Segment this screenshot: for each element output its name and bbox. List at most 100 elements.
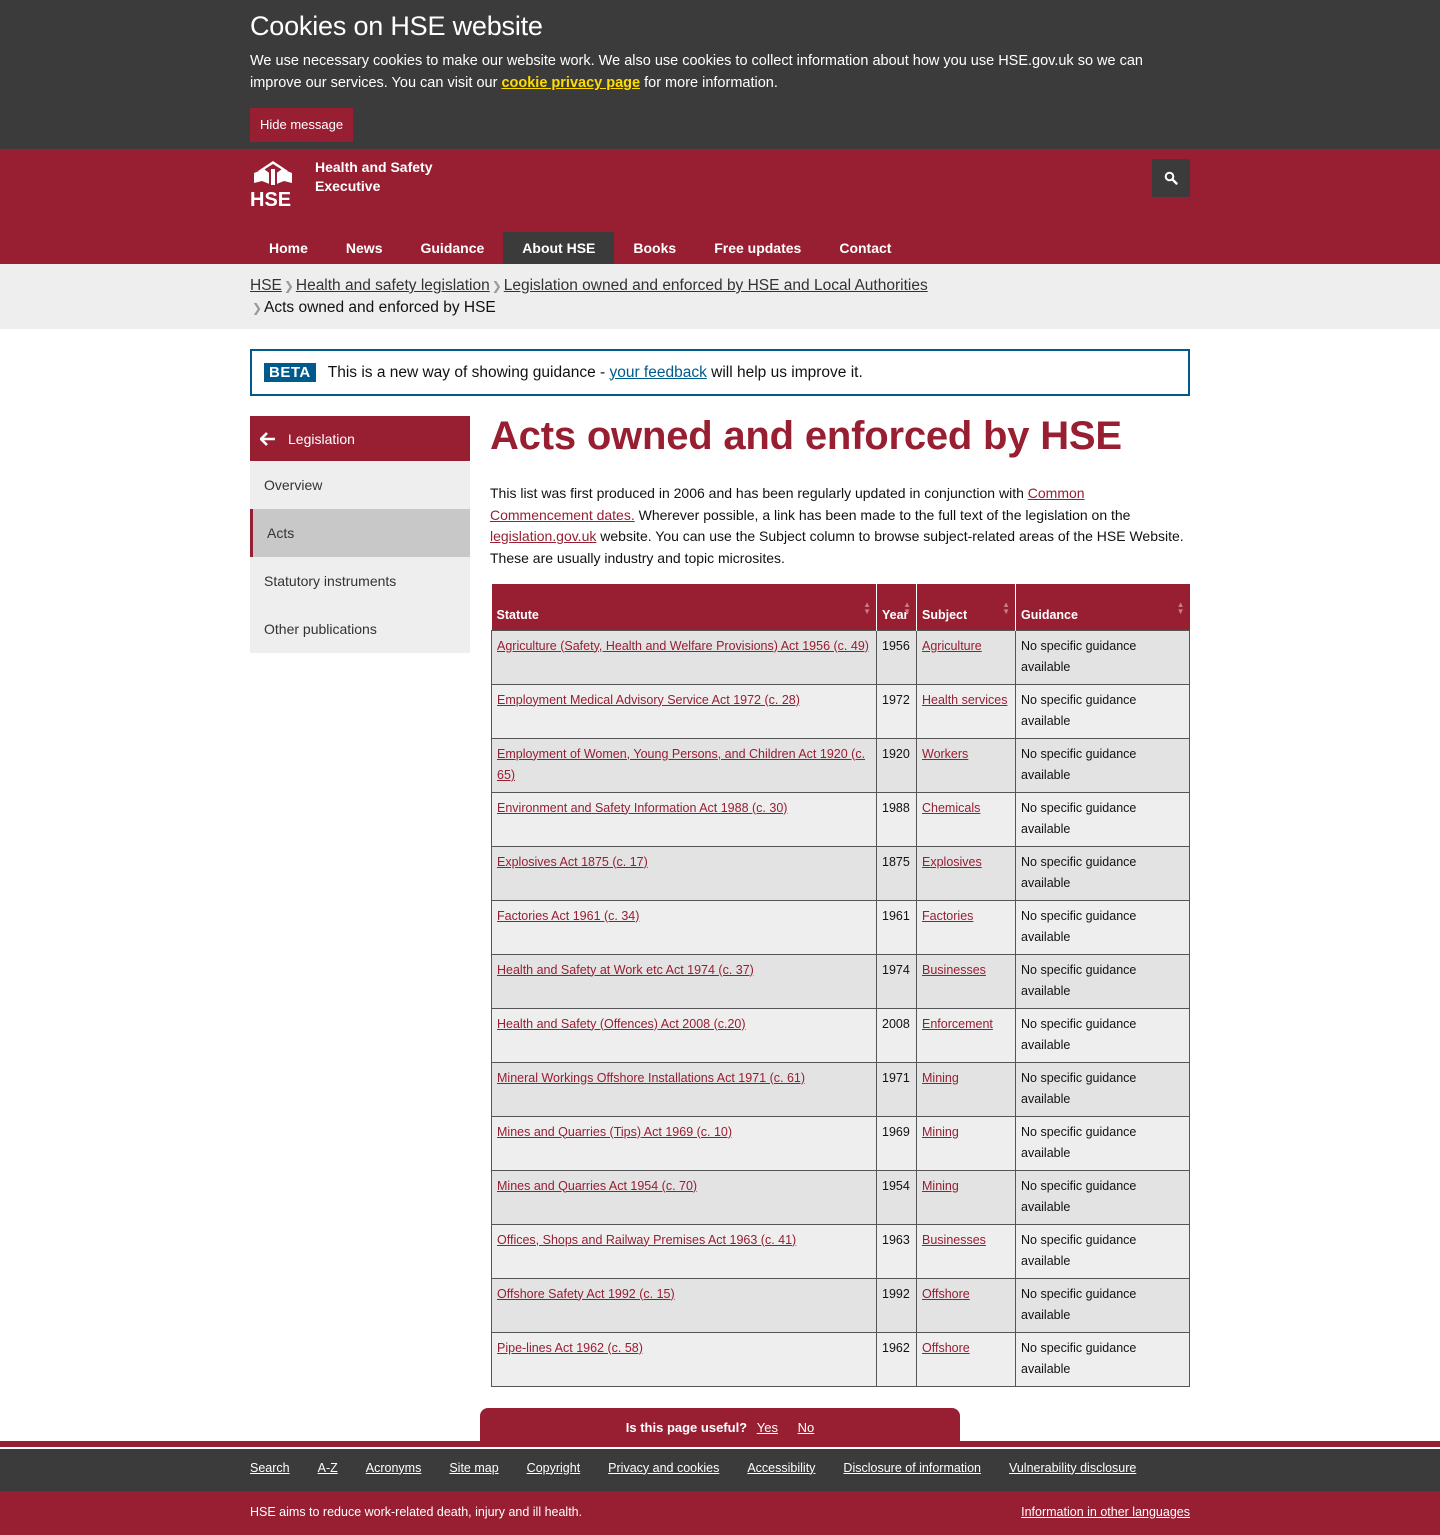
subject-link[interactable]: Businesses: [922, 963, 986, 977]
nav-guidance[interactable]: Guidance: [401, 232, 503, 264]
subject-link[interactable]: Explosives: [922, 855, 982, 869]
guidance-cell: No specific guidance available: [1015, 1223, 1190, 1279]
statute-link[interactable]: Environment and Safety Information Act 1…: [497, 801, 787, 815]
column-header-guidance[interactable]: Guidance ▲ ▼: [1015, 584, 1190, 630]
table-row: Environment and Safety Information Act 1…: [491, 791, 1190, 847]
statute-link[interactable]: Explosives Act 1875 (c. 17): [497, 855, 648, 869]
subject-link[interactable]: Health services: [922, 693, 1007, 707]
statute-link[interactable]: Mines and Quarries (Tips) Act 1969 (c. 1…: [497, 1125, 732, 1139]
sidebar-item-overview[interactable]: Overview: [250, 461, 470, 509]
statute-cell: Mines and Quarries Act 1954 (c. 70): [491, 1169, 877, 1225]
guidance-cell: No specific guidance available: [1015, 683, 1190, 739]
useful-yes-link[interactable]: Yes: [757, 1420, 778, 1435]
nav-news[interactable]: News: [327, 232, 402, 264]
subject-link[interactable]: Offshore: [922, 1341, 970, 1355]
column-header-statute[interactable]: Statute ▲ ▼: [491, 584, 877, 630]
year-cell: 1962: [876, 1331, 917, 1387]
sort-icon: ▲ ▼: [863, 600, 871, 616]
subject-link[interactable]: Businesses: [922, 1233, 986, 1247]
statute-link[interactable]: Health and Safety at Work etc Act 1974 (…: [497, 963, 754, 977]
page-useful-bar: Is this page useful? Yes No: [480, 1407, 960, 1441]
statute-cell: Mineral Workings Offshore Installations …: [491, 1061, 877, 1117]
footer-links: Search A-Z Acronyms Site map Copyright P…: [0, 1448, 1440, 1491]
nav-free-updates[interactable]: Free updates: [695, 232, 820, 264]
guidance-cell: No specific guidance available: [1015, 1115, 1190, 1171]
sidebar-back-link[interactable]: Legislation: [250, 416, 470, 461]
column-header-year[interactable]: Year ▲ ▼: [876, 584, 917, 630]
column-header-subject[interactable]: Subject ▲ ▼: [916, 584, 1016, 630]
column-header-label: Statute: [496, 607, 539, 622]
search-button[interactable]: [1152, 159, 1190, 197]
statute-link[interactable]: Offices, Shops and Railway Premises Act …: [497, 1233, 796, 1247]
subject-link[interactable]: Enforcement: [922, 1017, 993, 1031]
legislation-gov-link[interactable]: legislation.gov.uk: [490, 528, 596, 544]
guidance-cell: No specific guidance available: [1015, 1169, 1190, 1225]
footer-link-disclosure[interactable]: Disclosure of information: [843, 1461, 981, 1475]
footer-link-vulnerability[interactable]: Vulnerability disclosure: [1009, 1461, 1136, 1475]
breadcrumb-hse[interactable]: HSE: [250, 277, 282, 294]
footer-link-accessibility[interactable]: Accessibility: [747, 1461, 815, 1475]
footer-link-site-map[interactable]: Site map: [449, 1461, 498, 1475]
cookie-privacy-link[interactable]: cookie privacy page: [501, 75, 640, 91]
statute-link[interactable]: Factories Act 1961 (c. 34): [497, 909, 639, 923]
statute-link[interactable]: Pipe-lines Act 1962 (c. 58): [497, 1341, 643, 1355]
table-row: Explosives Act 1875 (c. 17) 1875 Explosive…: [491, 845, 1190, 901]
subject-cell: Agriculture: [916, 629, 1016, 685]
subject-cell: Workers: [916, 737, 1016, 793]
footer-link-copyright[interactable]: Copyright: [527, 1461, 581, 1475]
guidance-cell: No specific guidance available: [1015, 1331, 1190, 1387]
subject-link[interactable]: Mining: [922, 1071, 959, 1085]
nav-contact[interactable]: Contact: [820, 232, 910, 264]
subject-link[interactable]: Workers: [922, 747, 968, 761]
beta-text-after: will help us improve it.: [706, 363, 863, 381]
statute-link[interactable]: Employment Medical Advisory Service Act …: [497, 693, 800, 707]
hide-message-button[interactable]: Hide message: [250, 108, 354, 142]
statute-cell: Employment Medical Advisory Service Act …: [491, 683, 877, 739]
main-nav: Home News Guidance About HSE Books Free …: [250, 232, 910, 264]
subject-cell: Mining: [916, 1115, 1016, 1171]
subject-link[interactable]: Factories: [922, 909, 973, 923]
subject-link[interactable]: Mining: [922, 1179, 959, 1193]
nav-about-hse[interactable]: About HSE: [503, 232, 615, 264]
column-header-label: Guidance: [1021, 607, 1078, 622]
statute-link[interactable]: Mineral Workings Offshore Installations …: [497, 1071, 805, 1085]
nav-books[interactable]: Books: [614, 232, 695, 264]
hse-logo[interactable]: HSE: [250, 159, 296, 207]
footer-link-acronyms[interactable]: Acronyms: [366, 1461, 422, 1475]
footer-link-search[interactable]: Search: [250, 1461, 290, 1475]
guidance-cell: No specific guidance available: [1015, 845, 1190, 901]
nav-home[interactable]: Home: [250, 232, 327, 264]
subject-link[interactable]: Offshore: [922, 1287, 970, 1301]
year-cell: 1969: [876, 1115, 917, 1171]
main-content: Acts owned and enforced by HSE This list…: [490, 415, 1190, 1387]
breadcrumb-legislation-owned[interactable]: Legislation owned and enforced by HSE an…: [504, 277, 928, 294]
beta-tag: BETA: [264, 363, 316, 382]
table-row: Pipe-lines Act 1962 (c. 58) 1962 Offshore N…: [491, 1331, 1190, 1387]
other-languages-link[interactable]: Information in other languages: [1021, 1505, 1190, 1519]
statute-link[interactable]: Mines and Quarries Act 1954 (c. 70): [497, 1179, 697, 1193]
statute-link[interactable]: Agriculture (Safety, Health and Welfare …: [497, 639, 869, 653]
subject-link[interactable]: Chemicals: [922, 801, 980, 815]
table-row: Factories Act 1961 (c. 34) 1961 Factories N…: [491, 899, 1190, 955]
statute-link[interactable]: Health and Safety (Offences) Act 2008 (c…: [497, 1017, 746, 1031]
feedback-link[interactable]: your feedback: [609, 364, 706, 381]
sidebar-item-other-publications[interactable]: Other publications: [250, 605, 470, 653]
footer-link-privacy[interactable]: Privacy and cookies: [608, 1461, 719, 1475]
useful-no-link[interactable]: No: [798, 1420, 815, 1435]
sidebar-item-acts[interactable]: Acts: [250, 509, 470, 557]
year-cell: 1992: [876, 1277, 917, 1333]
year-cell: 1956: [876, 629, 917, 685]
org-name[interactable]: Health and Safety Executive: [315, 158, 475, 196]
statute-cell: Pipe-lines Act 1962 (c. 58): [491, 1331, 877, 1387]
sidebar-item-statutory-instruments[interactable]: Statutory instruments: [250, 557, 470, 605]
year-cell: 1963: [876, 1223, 917, 1279]
statute-cell: Agriculture (Safety, Health and Welfare …: [491, 629, 877, 685]
guidance-cell: No specific guidance available: [1015, 791, 1190, 847]
statute-link[interactable]: Offshore Safety Act 1992 (c. 15): [497, 1287, 675, 1301]
subject-link[interactable]: Mining: [922, 1125, 959, 1139]
footer-link-a-z[interactable]: A-Z: [318, 1461, 338, 1475]
subject-link[interactable]: Agriculture: [922, 639, 982, 653]
breadcrumb-legislation[interactable]: Health and safety legislation: [296, 277, 490, 294]
table-row: Health and Safety (Offences) Act 2008 (c…: [491, 1007, 1190, 1063]
statute-link[interactable]: Employment of Women, Young Persons, and …: [497, 747, 865, 783]
